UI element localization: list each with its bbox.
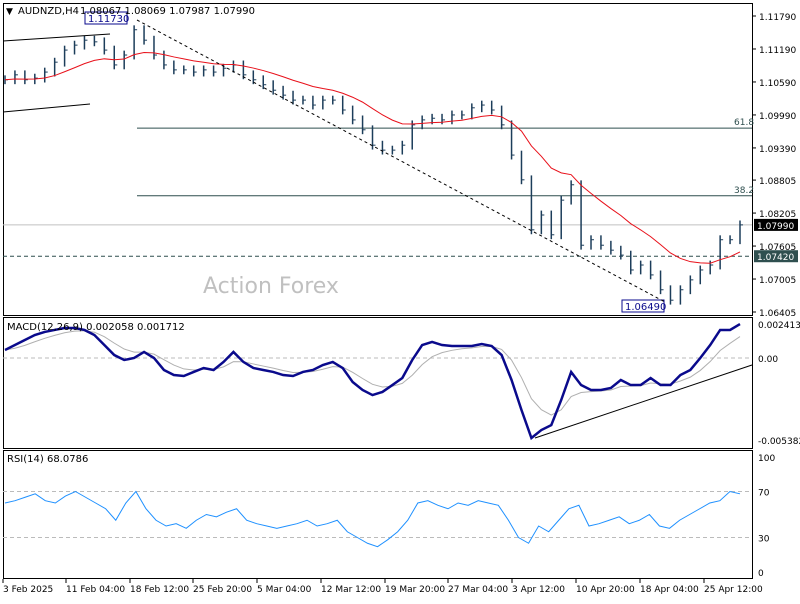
collapse-triangle-icon[interactable]: ▼ xyxy=(6,7,13,17)
fib-level-label: 61.8 xyxy=(734,118,754,128)
y-tick-label: 1.11790 xyxy=(759,13,796,23)
macd-panel xyxy=(3,317,753,449)
trading-chart: Action Forex 61.838.21.117301.06490 1.11… xyxy=(2,3,800,595)
macd-y-tick-label: -0.005382 xyxy=(758,437,800,447)
y-tick-label: 1.09390 xyxy=(759,145,796,155)
support-price-label: 1.07420 xyxy=(757,253,794,263)
symbol-label: AUDNZD,H4 xyxy=(18,6,79,17)
x-tick-label: 18 Apr 04:00 xyxy=(640,585,699,595)
x-tick-label: 25 Feb 20:00 xyxy=(193,585,252,595)
x-tick-label: 10 Apr 20:00 xyxy=(576,585,635,595)
fib-level-label: 38.2 xyxy=(734,186,754,196)
rsi-panel xyxy=(3,450,753,579)
swing-low-label: 1.06490 xyxy=(625,302,666,313)
macd-title: MACD(12,26,9) 0.002058 0.001712 xyxy=(7,322,185,333)
watermark: Action Forex xyxy=(203,274,339,299)
y-tick-label: 1.06405 xyxy=(759,309,796,319)
y-tick-label: 1.11190 xyxy=(759,46,796,56)
current-price-label: 1.07990 xyxy=(757,222,794,232)
rsi-title: RSI(14) 68.0786 xyxy=(7,454,88,465)
x-tick-label: 5 Mar 04:00 xyxy=(257,585,312,595)
y-tick-label: 1.07005 xyxy=(759,276,796,286)
ohlc-readout: 1.08067 1.08069 1.07987 1.07990 xyxy=(80,6,255,17)
x-tick-label: 11 Feb 04:00 xyxy=(66,585,125,595)
rsi-y-tick-label: 30 xyxy=(758,535,770,545)
rsi-y-tick-label: 100 xyxy=(758,454,775,464)
x-tick-label: 12 Mar 12:00 xyxy=(321,585,381,595)
x-tick-label: 18 Feb 12:00 xyxy=(130,585,189,595)
y-tick-label: 1.08805 xyxy=(759,177,796,187)
x-tick-label: 3 Apr 12:00 xyxy=(512,585,565,595)
y-tick-label: 1.10590 xyxy=(759,79,796,89)
x-tick-label: 25 Apr 12:00 xyxy=(704,585,763,595)
x-tick-label: 3 Feb 2025 xyxy=(3,585,53,595)
y-tick-label: 1.08205 xyxy=(759,210,796,220)
x-tick-label: 27 Mar 04:00 xyxy=(448,585,508,595)
x-tick-label: 19 Mar 20:00 xyxy=(385,585,445,595)
rsi-y-tick-label: 70 xyxy=(758,489,770,499)
macd-y-tick-label: 0.00 xyxy=(758,355,778,365)
macd-y-tick-label: 0.002413 xyxy=(758,321,800,331)
rsi-y-tick-label: 0 xyxy=(758,569,764,579)
y-tick-label: 1.09990 xyxy=(759,112,796,122)
